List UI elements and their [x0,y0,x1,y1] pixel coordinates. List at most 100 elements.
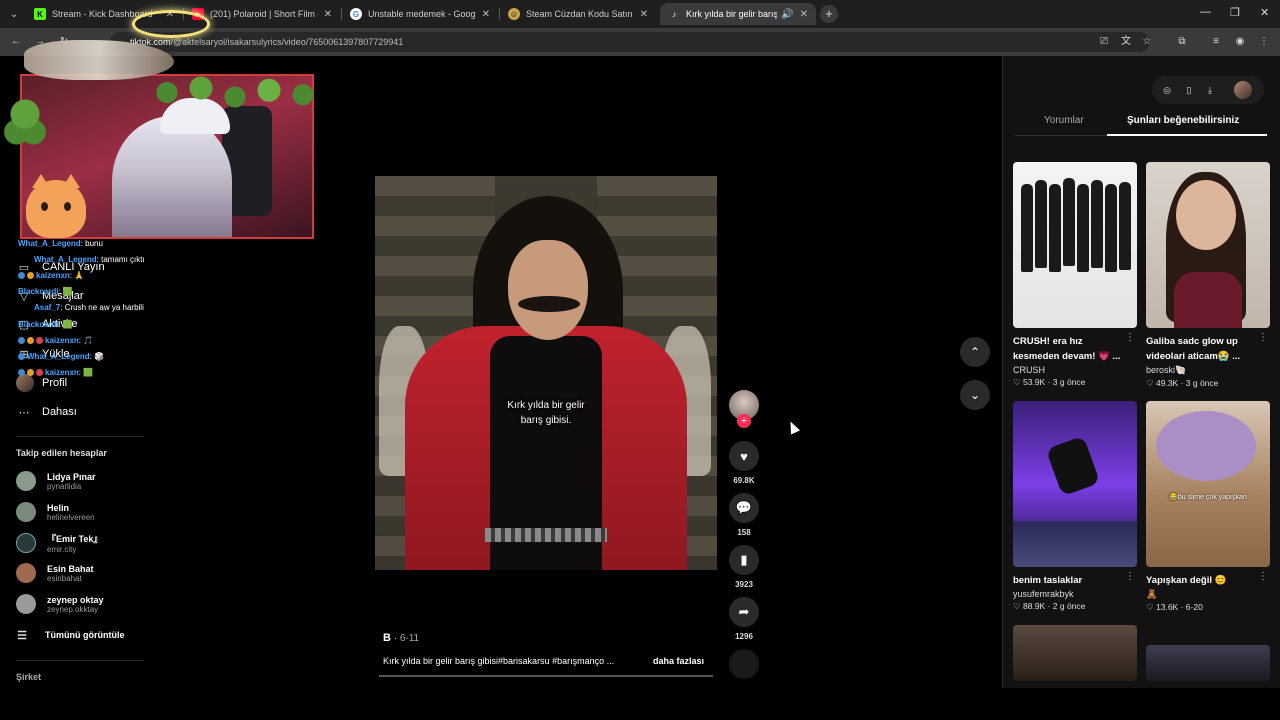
suggested-video-card[interactable]: ⋮ benim taslaklar yusufemrakbyk ♡ 88.9K … [1013,401,1137,612]
kebab-menu-icon[interactable]: ⋮ [1258,571,1268,582]
following-item[interactable]: 『Emir Tek』 emir.city [16,530,102,556]
suggested-video-card[interactable]: ⋮ CRUSH! era hız kesmeden devam! 💗 ... C… [1013,162,1137,388]
chat-message: What_A_Legend: tamamı çıktı [34,254,145,264]
sidebar-item-more[interactable]: ⋯ Dahası [16,402,77,422]
tab-active-indicator [1107,134,1267,136]
chevron-up-icon: ⌃ [969,345,981,359]
thumb-caption: 😂bu slime çok yapışkan [1169,494,1247,501]
chat-badge [18,369,25,377]
card-author[interactable]: beroski🐚 [1146,365,1270,376]
suggested-video-card[interactable]: 😂bu slime çok yapışkan ⋮ Yapışkan değil … [1146,401,1270,613]
close-icon[interactable]: ✕ [640,9,648,20]
follow-plus-icon[interactable]: + [737,414,751,428]
save-button[interactable]: ▮ [729,545,759,575]
translate-icon[interactable]: 文 [1120,36,1132,48]
thumb-figure [1045,435,1101,497]
back-icon[interactable]: ← [10,36,22,48]
card-title[interactable]: Galiba sadc glow up videolari aticam😭 ..… [1146,334,1258,364]
music-disc-button[interactable] [729,649,759,679]
share-count: 1296 [735,632,753,641]
video-thumbnail[interactable] [1013,162,1137,328]
close-icon[interactable]: ✕ [800,9,808,20]
following-item[interactable]: Lidya Pınar pynarlidia [16,468,96,494]
share-icon: ➦ [738,604,750,619]
following-item[interactable]: Esin Bahat esinbahat [16,560,94,586]
video-progress-bar[interactable] [379,675,713,677]
menu-kebab-icon[interactable]: ⋮ [1258,36,1270,48]
divider [16,436,144,437]
chevron-down-icon: ⌄ [969,388,981,402]
maximize-icon[interactable]: ❐ [1230,6,1240,19]
tab-comments[interactable]: Yorumlar [1044,115,1084,126]
close-window-icon[interactable]: ✕ [1260,6,1269,19]
video-thumbnail[interactable] [1146,645,1270,681]
following-item[interactable]: Helin helinelvereen [16,499,95,525]
previous-video-button[interactable]: ⌃ [960,337,990,367]
chat-badge [36,369,43,377]
chat-message: Asaf_7: Crush ne aw ya harbili [34,303,144,313]
video-thumbnail[interactable] [1013,625,1137,681]
divider [16,660,144,661]
footer-company-link[interactable]: Şirket [16,672,41,682]
heart-icon: ♥ [740,448,748,464]
kebab-menu-icon[interactable]: ⋮ [1125,332,1135,343]
suggested-video-card[interactable]: ⋮ Galiba sadc glow up videolari aticam😭 … [1146,162,1270,389]
suggested-video-card[interactable] [1013,625,1137,681]
video-thumbnail[interactable] [1146,162,1270,328]
video-thumbnail[interactable] [1013,401,1137,567]
extensions-icon[interactable]: ⧉ [1176,36,1188,48]
heart-outline-icon: ♡ [1146,378,1154,388]
kebab-menu-icon[interactable]: ⋮ [1125,571,1135,582]
tab-tiktok[interactable]: ♪ Kırk yılda bir gelir barış gib 🔊 ✕ [660,3,816,25]
card-title[interactable]: Yapışkan değil 😊 [1146,573,1258,588]
thumb-figure [1063,178,1075,266]
avatar [16,471,36,491]
profile-icon[interactable]: ◉ [1234,36,1246,48]
stream-chat: What_A_Legend: bunu What_A_Legend: tamam… [18,235,188,381]
following-item[interactable]: zeynep oktay zeynep.okktay [16,591,104,617]
tab-suggested[interactable]: Şunları beğenebilirsiniz [1127,115,1239,126]
tab-search-button[interactable]: ⌄ [4,4,24,24]
tab-google[interactable]: G Unstable medemek - Google'd ✕ [342,3,498,25]
avatar [16,594,36,614]
card-stats: ♡ 88.9K · 2 g önce [1013,601,1086,611]
list-icon: ☰ [17,629,27,642]
card-author[interactable]: 🧸 [1146,589,1270,600]
speaker-icon[interactable]: 🔊 [781,9,793,20]
suggested-video-card[interactable] [1146,645,1270,681]
see-all-following-link[interactable]: ☰ Tümünü görüntüle [16,625,124,645]
share-button[interactable]: ➦ [729,597,759,627]
new-tab-button[interactable]: + [820,5,838,23]
chat-message: What_A_Legend: bunu [18,238,103,248]
avatar [16,563,36,583]
tab-steam[interactable]: ☺ Steam Cüzdan Kodu Satın Al - ✕ [500,3,656,25]
see-more-link[interactable]: daha fazlası [653,656,704,666]
card-title[interactable]: CRUSH! era hız kesmeden devam! 💗 ... [1013,334,1125,364]
card-title[interactable]: benim taslaklar [1013,573,1125,588]
more-icon: ⋯ [18,406,30,419]
like-button[interactable]: ♥ [729,441,759,471]
mobile-icon[interactable]: ▯ [1183,84,1195,96]
media-control-icon[interactable]: ≡ [1210,36,1222,48]
card-author[interactable]: CRUSH [1013,365,1137,375]
kebab-menu-icon[interactable]: ⋮ [1258,332,1268,343]
next-video-button[interactable]: ⌄ [960,380,990,410]
chat-badge [27,271,34,279]
video-player[interactable]: Kırk yılda bir gelir barış gibisi. [375,176,717,570]
video-author[interactable]: B [383,632,391,644]
avatar[interactable] [1234,81,1252,99]
bookmark-star-icon[interactable]: ☆ [1141,36,1153,48]
chat-badge [18,352,25,360]
video-subject-belt [485,528,607,542]
compass-icon[interactable]: ◎ [1161,84,1173,96]
url-field[interactable]: tiktok.com/@aktelsaryol/isakarsulyrics/v… [110,32,1150,52]
minimize-icon[interactable]: — [1200,6,1211,18]
card-author[interactable]: yusufemrakbyk [1013,589,1137,599]
install-app-icon[interactable]: ⎚ [1098,36,1110,48]
download-icon[interactable]: ⤓ [1204,84,1216,96]
close-icon[interactable]: ✕ [324,9,332,20]
close-icon[interactable]: ✕ [482,9,490,20]
comment-button[interactable]: 💬 [729,493,759,523]
video-thumbnail[interactable]: 😂bu slime çok yapışkan [1146,401,1270,567]
chat-message: What_A_Legend: 🎲 [18,348,188,364]
